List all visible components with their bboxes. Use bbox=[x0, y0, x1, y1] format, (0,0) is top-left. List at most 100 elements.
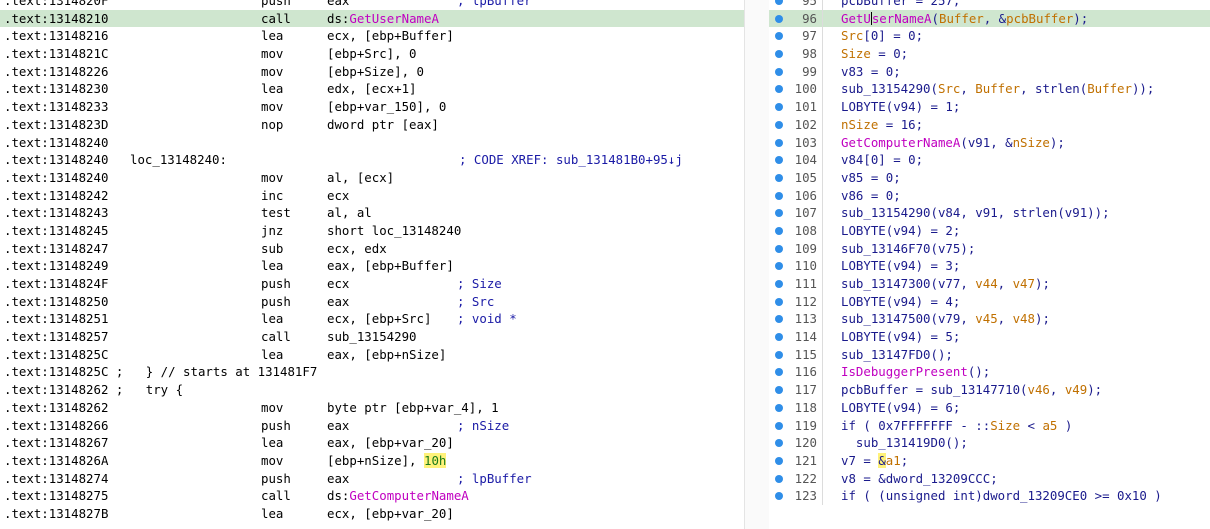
pseudo-line[interactable]: 95 pcbBuffer = 257; bbox=[769, 0, 1210, 10]
function-token[interactable]: GetComputerNameA bbox=[841, 135, 960, 150]
disasm-line[interactable]: .text:13148251 lea ecx, [ebp+Src] ; void * bbox=[0, 310, 744, 328]
disasm-label[interactable]: loc_13148240: bbox=[130, 151, 227, 169]
breakpoint-dot-icon[interactable] bbox=[775, 280, 783, 288]
function-token[interactable]: IsDebuggerPresent bbox=[841, 364, 968, 379]
disasm-line[interactable]: .text:13148275 call ds:GetComputerNameA bbox=[0, 487, 744, 505]
disasm-line[interactable]: .text:13148240 loc_13148240: ; CODE XREF: … bbox=[0, 151, 744, 169]
disasm-operand[interactable]: [ebp+Size], 0 bbox=[327, 63, 424, 81]
pseudo-code[interactable]: sub_13147FD0(); bbox=[841, 346, 953, 364]
disasm-line[interactable]: .text:1314824F push ecx ; Size bbox=[0, 275, 744, 293]
disasm-operand[interactable]: edx, [ecx+1] bbox=[327, 80, 417, 98]
disasm-line[interactable]: .text:13148266 push eax ; nSize bbox=[0, 417, 744, 435]
variable-token[interactable]: Size bbox=[990, 418, 1020, 433]
pseudo-code[interactable]: sub_13146F70(v75); bbox=[841, 240, 975, 258]
disasm-line[interactable]: .text:1314826A mov [ebp+nSize], 10h bbox=[0, 452, 744, 470]
breakpoint-dot-icon[interactable] bbox=[775, 191, 783, 200]
breakpoint-dot-icon[interactable] bbox=[775, 85, 783, 94]
pseudo-line[interactable]: 116 IsDebuggerPresent(); bbox=[769, 363, 1210, 382]
disasm-operand[interactable]: eax, [ebp+nSize] bbox=[327, 346, 446, 364]
pseudo-line[interactable]: 112 LOBYTE(v94) = 4; bbox=[769, 292, 1210, 311]
pseudo-code[interactable]: sub_13154290(v84, v91, strlen(v91)); bbox=[841, 204, 1110, 222]
disasm-line[interactable]: .text:1314825C lea eax, [ebp+nSize] bbox=[0, 346, 744, 364]
pseudo-code[interactable]: sub_131419D0(); bbox=[841, 434, 968, 452]
pseudo-line[interactable]: 115 sub_13147FD0(); bbox=[769, 345, 1210, 364]
pseudo-code[interactable]: v8 = &dword_13209CCC; bbox=[841, 470, 998, 488]
variable-token[interactable]: Buffer bbox=[939, 11, 984, 26]
pseudo-code[interactable]: LOBYTE(v94) = 6; bbox=[841, 399, 960, 417]
pseudo-line[interactable]: 110 LOBYTE(v94) = 3; bbox=[769, 257, 1210, 275]
disasm-operand[interactable]: eax, [ebp+Buffer] bbox=[327, 257, 454, 275]
code-token[interactable]: & bbox=[878, 452, 886, 468]
breakpoint-dot-icon[interactable] bbox=[775, 0, 783, 5]
pseudo-line[interactable]: 98 Size = 0; bbox=[769, 45, 1210, 63]
breakpoint-dot-icon[interactable] bbox=[775, 173, 783, 182]
pseudo-code[interactable]: LOBYTE(v94) = 5; bbox=[841, 328, 960, 346]
variable-token[interactable]: Buffer bbox=[1087, 81, 1132, 96]
variable-token[interactable]: nSize bbox=[841, 117, 878, 132]
disasm-line[interactable]: .text:13148240 bbox=[0, 134, 744, 152]
breakpoint-dot-icon[interactable] bbox=[775, 386, 783, 395]
disasm-line[interactable]: .text:13148243 test al, al bbox=[0, 204, 744, 222]
disasm-line[interactable]: .text:13148267 lea eax, [ebp+var_20] bbox=[0, 434, 744, 452]
disasm-operand[interactable]: eax bbox=[327, 470, 349, 488]
disasm-line[interactable]: .text:13148233 mov [ebp+var_150], 0 bbox=[0, 98, 744, 116]
breakpoint-dot-icon[interactable] bbox=[775, 421, 783, 430]
operand-function[interactable]: GetUserNameA bbox=[349, 11, 439, 26]
variable-token[interactable]: nSize bbox=[1013, 135, 1050, 150]
pseudo-code[interactable]: GetComputerNameA(v91, &nSize); bbox=[841, 134, 1065, 152]
pseudo-code[interactable]: v84[0] = 0; bbox=[841, 151, 923, 169]
function-token[interactable]: serNameA bbox=[872, 11, 932, 26]
breakpoint-dot-icon[interactable] bbox=[775, 474, 783, 483]
pseudo-line[interactable]: 97 Src[0] = 0; bbox=[769, 27, 1210, 46]
pseudo-line[interactable]: 107 sub_13154290(v84, v91, strlen(v91)); bbox=[769, 204, 1210, 222]
breakpoint-dot-icon[interactable] bbox=[775, 492, 783, 501]
disasm-operand[interactable]: ds:GetUserNameA bbox=[327, 10, 439, 28]
breakpoint-dot-icon[interactable] bbox=[775, 14, 783, 23]
breakpoint-dot-icon[interactable] bbox=[775, 439, 783, 448]
variable-token[interactable]: v49 bbox=[1065, 382, 1087, 397]
pseudo-line[interactable]: 122 v8 = &dword_13209CCC; bbox=[769, 469, 1210, 488]
pseudo-line[interactable]: 100 sub_13154290(Src, Buffer, strlen(Buff… bbox=[769, 80, 1210, 99]
disasm-operand[interactable]: ecx, edx bbox=[327, 240, 387, 258]
breakpoint-dot-icon[interactable] bbox=[775, 138, 783, 147]
pseudo-code[interactable]: LOBYTE(v94) = 1; bbox=[841, 98, 960, 116]
pseudo-code[interactable]: Size = 0; bbox=[841, 45, 908, 63]
breakpoint-dot-icon[interactable] bbox=[775, 315, 783, 324]
pseudo-code[interactable]: GetUserNameA(Buffer, &pcbBuffer); bbox=[841, 10, 1088, 28]
disasm-operand[interactable]: al, [ecx] bbox=[327, 169, 394, 187]
variable-token[interactable]: pcbBuffer bbox=[1006, 11, 1073, 26]
pane-divider[interactable] bbox=[744, 0, 770, 529]
breakpoint-dot-icon[interactable] bbox=[775, 403, 783, 412]
disasm-operand[interactable]: [ebp+var_150], 0 bbox=[327, 98, 446, 116]
disasm-line[interactable]: .text:13148240 mov al, [ecx] bbox=[0, 169, 744, 187]
disasm-line[interactable]: .text:1314820F push eax ; lpBuffer bbox=[0, 0, 744, 10]
pseudo-line[interactable]: 99 v83 = 0; bbox=[769, 62, 1210, 81]
variable-token[interactable]: Buffer bbox=[975, 81, 1020, 96]
pseudo-code[interactable]: sub_13154290(Src, Buffer, strlen(Buffer)… bbox=[841, 80, 1154, 98]
pseudo-line[interactable]: 109 sub_13146F70(v75); bbox=[769, 239, 1210, 258]
pseudo-code[interactable]: v83 = 0; bbox=[841, 63, 901, 81]
breakpoint-dot-icon[interactable] bbox=[775, 50, 783, 59]
pseudo-line[interactable]: 120 sub_131419D0(); bbox=[769, 434, 1210, 452]
pseudo-code[interactable]: v86 = 0; bbox=[841, 187, 901, 205]
breakpoint-dot-icon[interactable] bbox=[775, 244, 783, 253]
breakpoint-dot-icon[interactable] bbox=[775, 368, 783, 377]
pseudo-code[interactable]: pcbBuffer = 257; bbox=[841, 0, 960, 10]
pseudo-code[interactable]: v85 = 0; bbox=[841, 169, 901, 187]
disasm-line[interactable]: .text:13148249 lea eax, [ebp+Buffer] bbox=[0, 257, 744, 275]
pseudo-code[interactable]: if ( 0x7FFFFFFF - ::Size < a5 ) bbox=[841, 417, 1072, 435]
disasm-line[interactable]: .text:13148242 inc ecx bbox=[0, 187, 744, 205]
variable-token[interactable]: a5 bbox=[1042, 418, 1057, 433]
breakpoint-dot-icon[interactable] bbox=[775, 262, 783, 271]
variable-token[interactable]: v44 bbox=[975, 276, 997, 291]
variable-token[interactable]: v48 bbox=[1013, 311, 1035, 326]
breakpoint-dot-icon[interactable] bbox=[775, 226, 783, 235]
pseudocode-view[interactable]: 95 pcbBuffer = 257; 96 GetUserNameA(Buffer,… bbox=[769, 0, 1210, 529]
pseudo-code[interactable]: LOBYTE(v94) = 2; bbox=[841, 222, 960, 240]
pseudo-code[interactable]: if ( (unsigned int)dword_13209CE0 >= 0x1… bbox=[841, 487, 1162, 505]
variable-token[interactable]: Src bbox=[841, 28, 863, 43]
disasm-operand[interactable]: ecx, [ebp+var_20] bbox=[327, 505, 454, 523]
pseudo-line[interactable]: 106 v86 = 0; bbox=[769, 186, 1210, 205]
pseudo-line[interactable]: 105 v85 = 0; bbox=[769, 168, 1210, 187]
disasm-line[interactable]: .text:1314821C mov [ebp+Src], 0 bbox=[0, 45, 744, 63]
